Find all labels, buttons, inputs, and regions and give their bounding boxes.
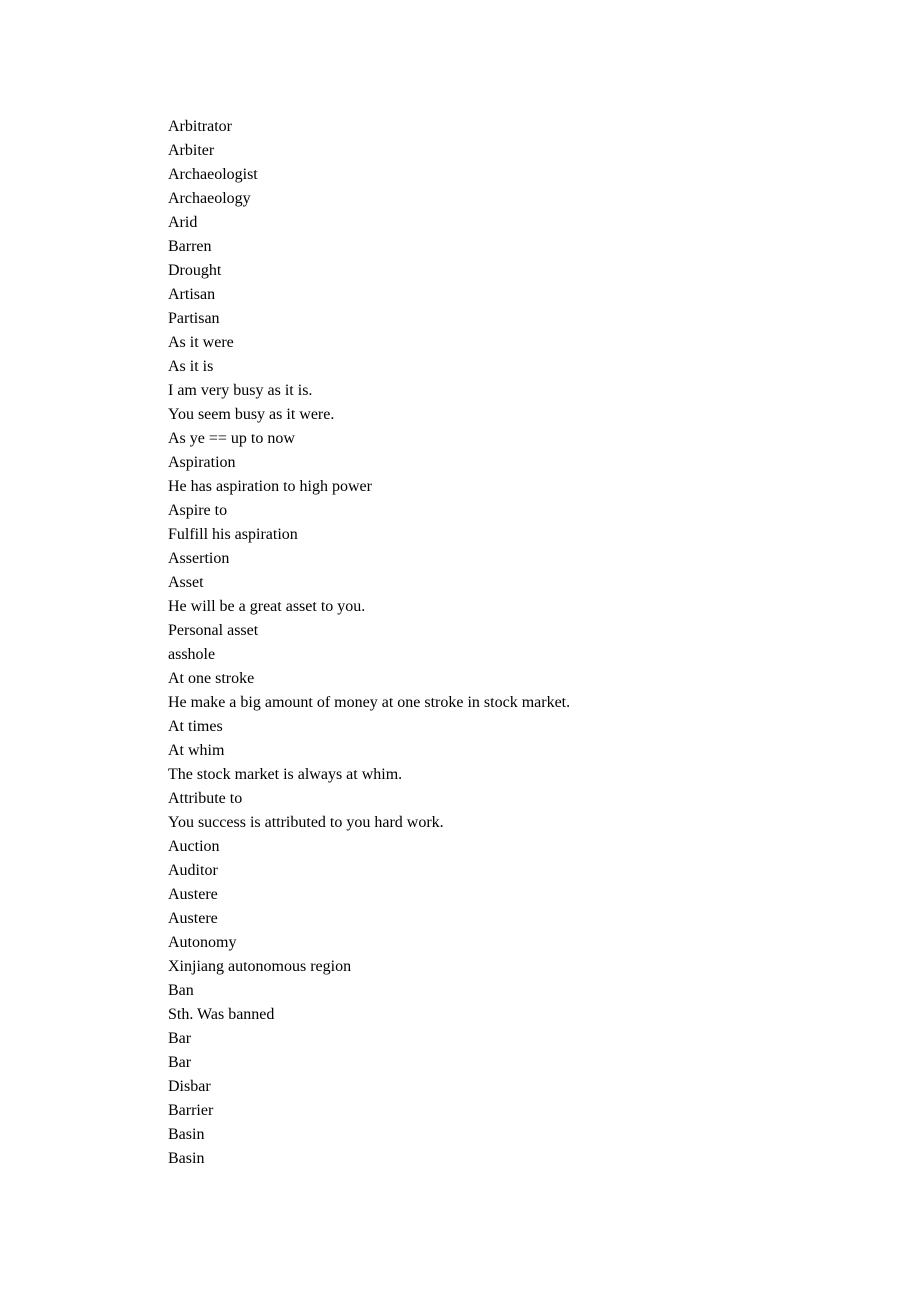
text-line: At whim [168, 739, 768, 763]
text-line: Asset [168, 571, 768, 595]
text-line: The stock market is always at whim. [168, 763, 768, 787]
text-line: Sth. Was banned [168, 1003, 768, 1027]
text-line: You success is attributed to you hard wo… [168, 811, 768, 835]
text-line: Auction [168, 835, 768, 859]
text-line: Arid [168, 211, 768, 235]
text-line: As it is [168, 355, 768, 379]
text-line: Basin [168, 1147, 768, 1171]
text-line: Arbiter [168, 139, 768, 163]
document-page: ArbitratorArbiterArchaeologistArchaeolog… [0, 0, 768, 1171]
text-line: Archaeologist [168, 163, 768, 187]
text-line: You seem busy as it were. [168, 403, 768, 427]
text-line: Archaeology [168, 187, 768, 211]
text-line: Barren [168, 235, 768, 259]
text-line: Partisan [168, 307, 768, 331]
text-line: Drought [168, 259, 768, 283]
text-line: Ban [168, 979, 768, 1003]
text-line: Austere [168, 907, 768, 931]
text-line: asshole [168, 643, 768, 667]
text-line: Personal asset [168, 619, 768, 643]
text-line: Bar [168, 1051, 768, 1075]
text-line: Xinjiang autonomous region [168, 955, 768, 979]
text-line: He will be a great asset to you. [168, 595, 768, 619]
text-line: Aspire to [168, 499, 768, 523]
text-line: At times [168, 715, 768, 739]
text-line: Auditor [168, 859, 768, 883]
text-line: I am very busy as it is. [168, 379, 768, 403]
text-line: Basin [168, 1123, 768, 1147]
text-line: Assertion [168, 547, 768, 571]
text-line: Autonomy [168, 931, 768, 955]
text-line: Arbitrator [168, 115, 768, 139]
text-line: Attribute to [168, 787, 768, 811]
text-line: As ye == up to now [168, 427, 768, 451]
text-line: Bar [168, 1027, 768, 1051]
text-line: Aspiration [168, 451, 768, 475]
text-line: He has aspiration to high power [168, 475, 768, 499]
text-line: Austere [168, 883, 768, 907]
text-line: Disbar [168, 1075, 768, 1099]
text-line: As it were [168, 331, 768, 355]
text-line: At one stroke [168, 667, 768, 691]
text-line: Fulfill his aspiration [168, 523, 768, 547]
text-line: He make a big amount of money at one str… [168, 691, 768, 715]
text-line: Barrier [168, 1099, 768, 1123]
text-line: Artisan [168, 283, 768, 307]
